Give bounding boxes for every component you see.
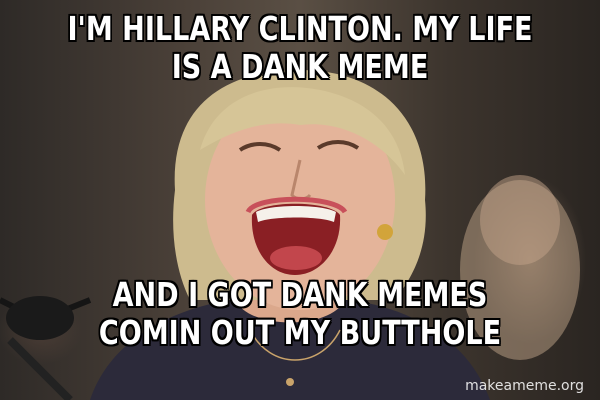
watermark-logo: makeameme.org — [465, 378, 584, 394]
meme-image: I'M HILLARY CLINTON. MY LIFE IS A DANK M… — [0, 0, 600, 400]
bottom-caption: AND I GOT DANK MEMES COMIN OUT MY BUTTHO… — [98, 275, 502, 352]
top-caption: I'M HILLARY CLINTON. MY LIFE IS A DANK M… — [67, 9, 533, 86]
